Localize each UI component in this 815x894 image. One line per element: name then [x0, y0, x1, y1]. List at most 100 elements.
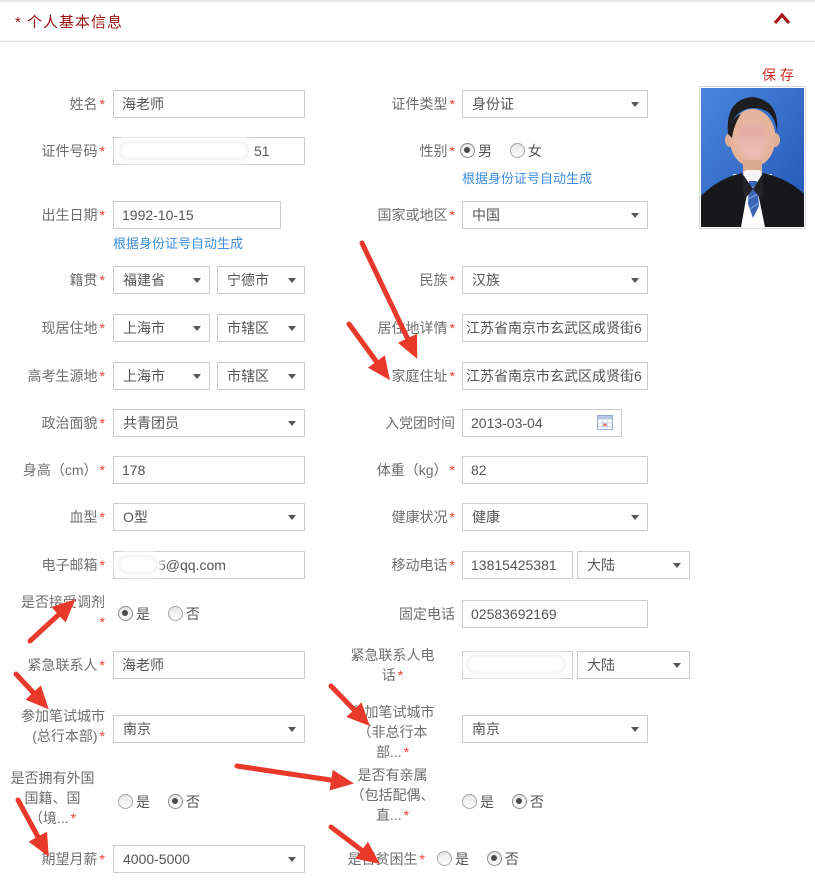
relatives-yes-radio[interactable]: [462, 794, 477, 809]
adjustment-label: 是否接受调剂: [0, 592, 105, 632]
gender-label: 性别: [330, 137, 455, 165]
chevron-down-icon: [288, 857, 296, 862]
relatives-no-radio[interactable]: [512, 794, 527, 809]
landline-input[interactable]: [462, 600, 648, 628]
emergency-contact-input[interactable]: [113, 651, 305, 679]
id-number-field[interactable]: [113, 137, 305, 165]
mobile-region-select[interactable]: 大陆: [577, 551, 690, 579]
redaction-smudge: [466, 655, 566, 674]
blood-type-label: 血型: [0, 503, 105, 531]
relatives-label: 是否有亲属 （包括配偶、 直...: [330, 765, 455, 825]
country-select[interactable]: 中国: [462, 201, 648, 229]
residence-label: 现居住地: [0, 314, 105, 342]
poverty-radio-group: 是 否: [437, 845, 533, 873]
foreign-radio-group: 是 否: [118, 788, 214, 816]
id-photo-image: [701, 88, 804, 227]
id-number-label: 证件号码: [0, 137, 105, 165]
section-title: * 个人基本信息: [15, 11, 123, 32]
salary-select[interactable]: 4000-5000: [113, 845, 305, 873]
relatives-radio-group: 是 否: [462, 788, 558, 816]
relatives-no-label: 否: [530, 794, 544, 810]
poverty-no-radio[interactable]: [487, 851, 502, 866]
chevron-down-icon: [288, 374, 296, 379]
chevron-down-icon: [193, 374, 201, 379]
height-label: 身高（cm）: [0, 456, 105, 484]
gender-male-label: 男: [478, 143, 492, 159]
name-label: 姓名: [0, 90, 105, 118]
emergency-phone-field[interactable]: [462, 651, 573, 679]
birth-date-label: 出生日期: [0, 201, 105, 229]
gaokao-province-select[interactable]: 上海市: [113, 362, 210, 390]
exam-city-hq-select[interactable]: 南京: [113, 715, 305, 743]
country-label: 国家或地区: [330, 201, 455, 229]
save-button[interactable]: 保 存: [762, 65, 794, 85]
id-type-select[interactable]: 身份证: [462, 90, 648, 118]
mobile-input[interactable]: [462, 551, 573, 579]
email-label: 电子邮箱: [0, 551, 105, 579]
gender-female-radio[interactable]: [510, 143, 525, 158]
id-type-label: 证件类型: [330, 90, 455, 118]
salary-label: 期望月薪: [0, 845, 105, 873]
foreign-yes-label: 是: [136, 794, 150, 810]
calendar-icon[interactable]: [597, 415, 613, 433]
chevron-down-icon: [631, 278, 639, 283]
residence-detail-label: 居住地详情: [330, 314, 455, 342]
poverty-yes-radio[interactable]: [437, 851, 452, 866]
adjustment-yes-label: 是: [136, 606, 150, 622]
auto-generate-birth-link[interactable]: 根据身份证号自动生成: [113, 233, 243, 252]
chevron-down-icon: [631, 515, 639, 520]
native-place-label: 籍贯: [0, 266, 105, 294]
gaokao-origin-label: 高考生源地: [0, 362, 105, 390]
residence-province-select[interactable]: 上海市: [113, 314, 210, 342]
gender-female-label: 女: [528, 143, 542, 159]
collapse-section-button[interactable]: [771, 10, 793, 30]
foreign-no-radio[interactable]: [168, 794, 183, 809]
chevron-down-icon: [193, 326, 201, 331]
exam-city-other-select[interactable]: 南京: [462, 715, 648, 743]
chevron-down-icon: [631, 102, 639, 107]
ethnicity-select[interactable]: 汉族: [462, 266, 648, 294]
exam-city-hq-label: 参加笔试城市 (总行本部): [0, 706, 105, 746]
health-label: 健康状况: [330, 503, 455, 531]
name-input[interactable]: [113, 90, 305, 118]
redaction-smudge: [118, 555, 158, 574]
chevron-down-icon: [673, 563, 681, 568]
health-select[interactable]: 健康: [462, 503, 648, 531]
home-address-input[interactable]: [462, 362, 648, 390]
political-status-select[interactable]: 共青团员: [113, 409, 305, 437]
adjustment-yes-radio[interactable]: [118, 606, 133, 621]
poverty-yes-label: 是: [455, 851, 469, 867]
emergency-region-select[interactable]: 大陆: [577, 651, 690, 679]
blood-type-select[interactable]: O型: [113, 503, 305, 531]
height-input[interactable]: [113, 456, 305, 484]
adjustment-no-label: 否: [186, 606, 200, 622]
header-divider: [0, 41, 815, 42]
weight-input[interactable]: [462, 456, 648, 484]
gender-male-radio[interactable]: [460, 143, 475, 158]
foreign-yes-radio[interactable]: [118, 794, 133, 809]
id-photo: [699, 86, 806, 229]
poverty-label: 是否贫困生: [300, 845, 425, 873]
party-date-label: 入党团时间: [330, 409, 455, 437]
email-field[interactable]: [113, 551, 305, 579]
weight-label: 体重（kg）: [330, 456, 455, 484]
birth-date-input[interactable]: [113, 201, 281, 229]
residence-district-select[interactable]: 市辖区: [217, 314, 305, 342]
native-province-select[interactable]: 福建省: [113, 266, 210, 294]
chevron-down-icon: [288, 727, 296, 732]
home-address-label: 家庭住址: [330, 362, 455, 390]
panel-top-border: [0, 0, 815, 2]
adjustment-radio-group: 是 否: [118, 600, 214, 628]
chevron-down-icon: [288, 326, 296, 331]
exam-city-other-label: 参加笔试城市 （非总行本 部...: [330, 702, 455, 762]
residence-detail-input[interactable]: [462, 314, 648, 342]
chevron-down-icon: [631, 727, 639, 732]
adjustment-no-radio[interactable]: [168, 606, 183, 621]
gaokao-district-select[interactable]: 市辖区: [217, 362, 305, 390]
redaction-smudge: [119, 141, 249, 160]
foreign-no-label: 否: [186, 794, 200, 810]
native-city-select[interactable]: 宁德市: [217, 266, 305, 294]
chevron-down-icon: [193, 278, 201, 283]
relatives-yes-label: 是: [480, 794, 494, 810]
auto-generate-gender-link[interactable]: 根据身份证号自动生成: [462, 168, 592, 187]
